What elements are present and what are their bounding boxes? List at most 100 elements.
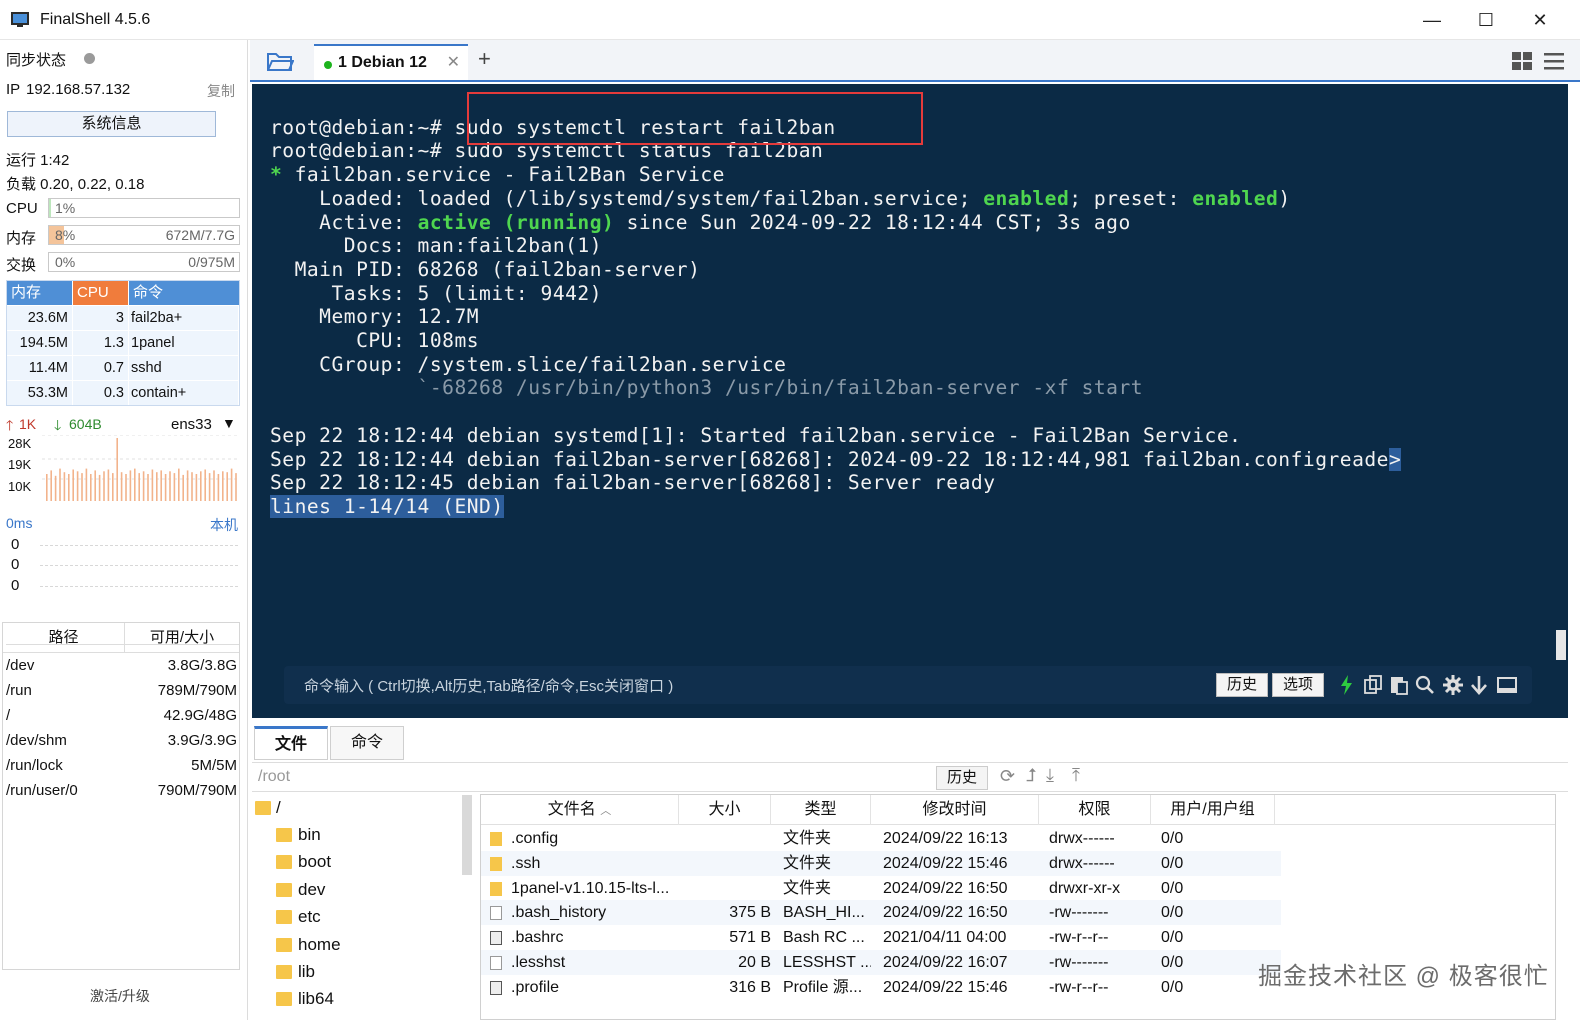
net-bar <box>226 472 228 501</box>
download-icon[interactable]: ⤓ <box>1046 765 1054 786</box>
proc-mem: 194.5M <box>7 331 73 355</box>
add-tab-button[interactable]: + <box>478 46 491 72</box>
net-bar <box>76 471 79 501</box>
search-icon[interactable] <box>1414 674 1436 696</box>
file-row[interactable]: .lesshst 20 B LESSHST ... 2024/09/22 16:07 -… <box>481 950 1281 975</box>
net-bar <box>200 471 202 501</box>
proc-col-cpu[interactable]: CPU <box>73 281 129 305</box>
proc-col-mem[interactable]: 内存 <box>7 281 73 305</box>
folder-icon <box>276 910 292 924</box>
terminal-view[interactable]: root@debian:~# sudo systemctl restart fa… <box>252 84 1568 718</box>
terminal-scrollbar[interactable] <box>1556 630 1566 660</box>
interface-select[interactable]: ens33 <box>171 416 212 433</box>
lightning-icon[interactable] <box>1336 674 1358 696</box>
tree-item[interactable]: bin <box>298 825 321 845</box>
file-row[interactable]: .bashrc 571 B Bash RC ... 2021/04/11 04:00 -… <box>481 925 1281 950</box>
col-mtime[interactable]: 修改时间 <box>871 795 1039 825</box>
disk-row[interactable]: /run/lock 5M/5M <box>3 753 239 778</box>
up-directory-icon[interactable]: ⮥ <box>1026 765 1037 786</box>
disk-col-size[interactable]: 可用/大小 <box>125 623 239 652</box>
file-mtime: 2024/09/22 16:50 <box>883 904 1008 922</box>
file-size: 571 B <box>729 929 771 947</box>
process-row[interactable]: 194.5M 1.3 1panel <box>7 330 239 355</box>
col-size[interactable]: 大小 <box>679 795 771 825</box>
file-row[interactable]: .profile 316 B Profile 源... 2024/09/22 15:4… <box>481 975 1281 1000</box>
open-folder-icon[interactable] <box>266 50 294 72</box>
ping-latency: 0ms <box>6 515 33 531</box>
net-bar <box>125 474 127 501</box>
disk-row[interactable]: / 42.9G/48G <box>3 703 239 728</box>
tree-scrollbar[interactable] <box>462 795 472 875</box>
copy-ip-link[interactable]: 复制 <box>207 81 235 101</box>
file-mtime: 2021/04/11 04:00 <box>883 929 1007 947</box>
file-row[interactable]: .config 文件夹 2024/09/22 16:13 drwx------ 0/0 <box>481 826 1281 851</box>
window-icon[interactable] <box>1496 674 1518 696</box>
path-history-button[interactable]: 历史 <box>936 766 988 790</box>
file-row[interactable]: .ssh 文件夹 2024/09/22 15:46 drwx------ 0/0 <box>481 850 1281 876</box>
disk-row[interactable]: /dev/shm 3.9G/3.9G <box>3 728 239 753</box>
path-input[interactable]: /root <box>258 768 290 786</box>
file-mtime: 2024/09/22 15:46 <box>883 854 1008 872</box>
term-line: Main PID: 68268 (fail2ban-server) <box>270 257 701 281</box>
disk-path: /run/user/0 <box>6 782 78 799</box>
tree-item[interactable]: home <box>298 935 341 955</box>
refresh-icon[interactable]: ⟳ <box>1000 766 1015 787</box>
ping-host[interactable]: 本机 <box>210 515 238 535</box>
tab-commands[interactable]: 命令 <box>330 726 404 760</box>
col-filename[interactable]: 文件名 ︿ <box>481 795 679 825</box>
process-row[interactable]: 23.6M 3 fail2ba+ <box>7 305 239 330</box>
paste-icon[interactable] <box>1388 674 1410 696</box>
activate-upgrade-link[interactable]: 激活/升级 <box>0 986 240 1006</box>
command-input-bar[interactable]: 命令输入 ( Ctrl切换,Alt历史,Tab路径/命令,Esc关闭窗口 ) 历… <box>284 666 1532 704</box>
tree-item[interactable]: lib64 <box>298 989 334 1009</box>
arrow-down-icon[interactable] <box>1468 674 1490 696</box>
disk-row[interactable]: /dev 3.8G/3.8G <box>3 653 239 678</box>
col-perm[interactable]: 权限 <box>1039 795 1151 825</box>
net-bar <box>63 472 66 501</box>
tree-item-root[interactable]: / <box>276 798 281 818</box>
tree-item[interactable]: boot <box>298 852 331 872</box>
file-name: .bash_history <box>511 904 607 922</box>
chevron-down-icon[interactable]: ▼ <box>222 415 236 431</box>
file-row[interactable]: .bash_history 375 B BASH_HI... 2024/09/22 1… <box>481 900 1281 926</box>
folder-icon <box>490 881 502 896</box>
tree-item[interactable]: dev <box>298 880 325 900</box>
bottom-tabs: 文件 命令 <box>252 722 1568 760</box>
term-line: `-68268 /usr/bin/python3 /usr/bin/fail2b… <box>270 376 1144 400</box>
col-type[interactable]: 类型 <box>771 795 871 825</box>
maximize-button[interactable]: ☐ <box>1464 5 1508 35</box>
window-title: FinalShell 4.5.6 <box>40 11 151 28</box>
disk-row[interactable]: /run/user/0 790M/790M <box>3 778 239 803</box>
tab-debian-12[interactable]: 1 Debian 12 ✕ <box>314 44 468 80</box>
proc-col-cmd[interactable]: 命令 <box>129 281 239 305</box>
net-bar <box>178 468 180 501</box>
process-row[interactable]: 11.4M 0.7 sshd <box>7 355 239 380</box>
file-owner: 0/0 <box>1161 879 1184 897</box>
options-button[interactable]: 选项 <box>1272 673 1325 697</box>
grid-layout-icon[interactable] <box>1512 52 1532 70</box>
file-row[interactable]: 1panel-v1.10.15-lts-l... 文件夹 2024/09/22 16… <box>481 876 1281 901</box>
disk-row[interactable]: /run 789M/790M <box>3 678 239 703</box>
gear-icon[interactable] <box>1442 674 1464 696</box>
disk-col-path[interactable]: 路径 <box>3 623 125 652</box>
tree-item[interactable]: lib <box>298 962 315 982</box>
history-button[interactable]: 历史 <box>1216 673 1269 697</box>
command-input[interactable]: 命令输入 ( Ctrl切换,Alt历史,Tab路径/命令,Esc关闭窗口 ) <box>304 675 673 696</box>
net-bar <box>116 438 118 501</box>
net-bar <box>169 471 171 501</box>
copy-icon[interactable] <box>1362 674 1384 696</box>
col-owner[interactable]: 用户/用户组 <box>1151 795 1275 825</box>
disk-size: 5M/5M <box>191 757 237 774</box>
tab-files[interactable]: 文件 <box>254 726 328 760</box>
file-type: LESSHST ... <box>783 954 871 971</box>
disk-size: 789M/790M <box>157 682 237 699</box>
close-window-button[interactable]: ✕ <box>1518 5 1562 35</box>
process-row[interactable]: 53.3M 0.3 contain+ <box>7 380 239 405</box>
upload-icon[interactable]: ⤒ <box>1072 765 1080 786</box>
close-tab-icon[interactable]: ✕ <box>447 46 460 80</box>
system-info-button[interactable]: 系统信息 <box>7 111 216 137</box>
menu-icon[interactable] <box>1544 52 1564 70</box>
minimize-button[interactable]: — <box>1410 5 1454 35</box>
tree-item[interactable]: etc <box>298 907 321 927</box>
col-filename-label: 文件名 <box>547 801 596 818</box>
